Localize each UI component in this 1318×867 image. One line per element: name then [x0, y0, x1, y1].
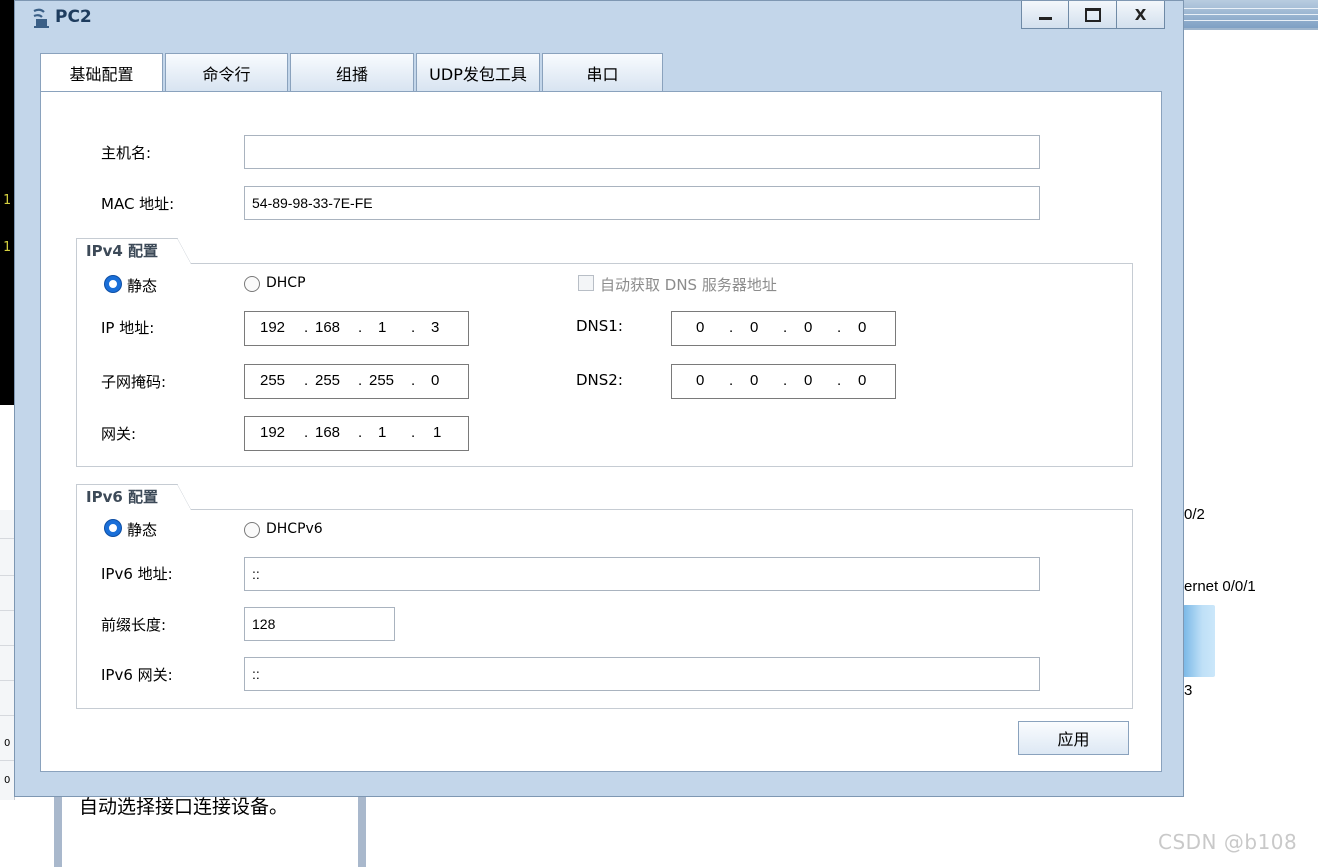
topology-port-label: 0/2 — [1184, 506, 1205, 523]
table-cell: 0 — [4, 738, 11, 749]
window-title: PC2 — [55, 7, 92, 27]
topology-port-label: ernet 0/0/1 — [1184, 578, 1256, 595]
background-hint-panel: 自动选择接口连接设备。 — [54, 795, 366, 867]
table-cell: 0 — [4, 775, 11, 786]
ipv4-dhcp-radio[interactable] — [244, 276, 260, 292]
ipv6-gateway-label: IPv6 网关: — [101, 666, 173, 684]
watermark: CSDN @b108 — [1158, 830, 1298, 854]
ipv4-static-label: 静态 — [127, 277, 158, 295]
close-button[interactable]: X — [1117, 1, 1165, 29]
tab-udp-tool[interactable]: UDP发包工具 — [416, 53, 540, 91]
minimize-icon — [1038, 17, 1052, 20]
tab-serial-port[interactable]: 串口 — [542, 53, 663, 91]
pc-config-window: PC2 X 基础配置 命令行 组播 UDP发包工具 串口 主机名: MAC 地址… — [14, 0, 1184, 797]
tab-bar: 基础配置 命令行 组播 UDP发包工具 串口 — [40, 53, 665, 92]
dns2-input[interactable]: 0. 0. 0. 0 — [671, 364, 896, 399]
mac-address-field[interactable]: 54-89-98-33-7E-FE — [244, 186, 1040, 220]
background-title-strip — [1183, 0, 1318, 30]
ipv6-static-radio[interactable] — [105, 520, 121, 536]
console-marker: 1 — [3, 193, 11, 208]
gateway-label: 网关: — [101, 425, 137, 443]
ip-address-input[interactable]: 192. 168. 1. 3 — [244, 311, 469, 346]
ipv6-address-label: IPv6 地址: — [101, 565, 173, 583]
ipv6-group-title: IPv6 配置 — [76, 484, 191, 510]
switch-device-icon[interactable] — [1183, 605, 1215, 677]
background-left-table: 0 0 — [0, 510, 15, 800]
close-icon: X — [1134, 5, 1147, 24]
ip-address-label: IP 地址: — [101, 319, 155, 337]
basic-config-panel: 主机名: MAC 地址: 54-89-98-33-7E-FE IPv4 配置 静… — [40, 91, 1162, 772]
gateway-input[interactable]: 192. 168. 1. 1 — [244, 416, 469, 451]
subnet-mask-input[interactable]: 255. 255. 255. 0 — [244, 364, 469, 399]
prefix-length-input[interactable]: 128 — [244, 607, 395, 641]
dns1-input[interactable]: 0. 0. 0. 0 — [671, 311, 896, 346]
topology-device-label: 3 — [1184, 682, 1193, 699]
subnet-mask-label: 子网掩码: — [101, 373, 167, 391]
maximize-button[interactable] — [1069, 1, 1117, 29]
hint-text: 自动选择接口连接设备。 — [79, 796, 289, 818]
tab-multicast[interactable]: 组播 — [290, 53, 414, 91]
minimize-button[interactable] — [1021, 1, 1069, 29]
window-controls: X — [1021, 1, 1165, 30]
prefix-length-label: 前缀长度: — [101, 616, 167, 634]
mac-label: MAC 地址: — [101, 195, 175, 213]
ipv4-dhcp-label: DHCP — [266, 275, 306, 291]
ipv4-static-radio[interactable] — [105, 276, 121, 292]
apply-button[interactable]: 应用 — [1018, 721, 1129, 755]
title-bar[interactable]: PC2 X — [15, 1, 1183, 35]
ipv6-address-input[interactable]: :: — [244, 557, 1040, 591]
ipv6-gateway-input[interactable]: :: — [244, 657, 1040, 691]
hostname-input[interactable] — [244, 135, 1040, 169]
console-marker: 1 — [3, 240, 11, 255]
tab-command-line[interactable]: 命令行 — [165, 53, 288, 91]
dns2-label: DNS2: — [576, 371, 623, 389]
hostname-label: 主机名: — [101, 144, 152, 162]
ipv6-dhcp-radio[interactable] — [244, 522, 260, 538]
ipv6-static-label: 静态 — [127, 521, 158, 539]
pc-network-icon — [30, 7, 52, 29]
maximize-icon — [1084, 7, 1101, 22]
dns1-label: DNS1: — [576, 317, 623, 335]
ipv6-dhcp-label: DHCPv6 — [266, 521, 323, 537]
auto-dns-label: 自动获取 DNS 服务器地址 — [600, 276, 777, 294]
background-console-area: 1 1 — [0, 0, 14, 405]
ipv4-group-title: IPv4 配置 — [76, 238, 191, 264]
tab-basic-config[interactable]: 基础配置 — [40, 53, 163, 92]
auto-dns-checkbox[interactable] — [578, 275, 594, 291]
